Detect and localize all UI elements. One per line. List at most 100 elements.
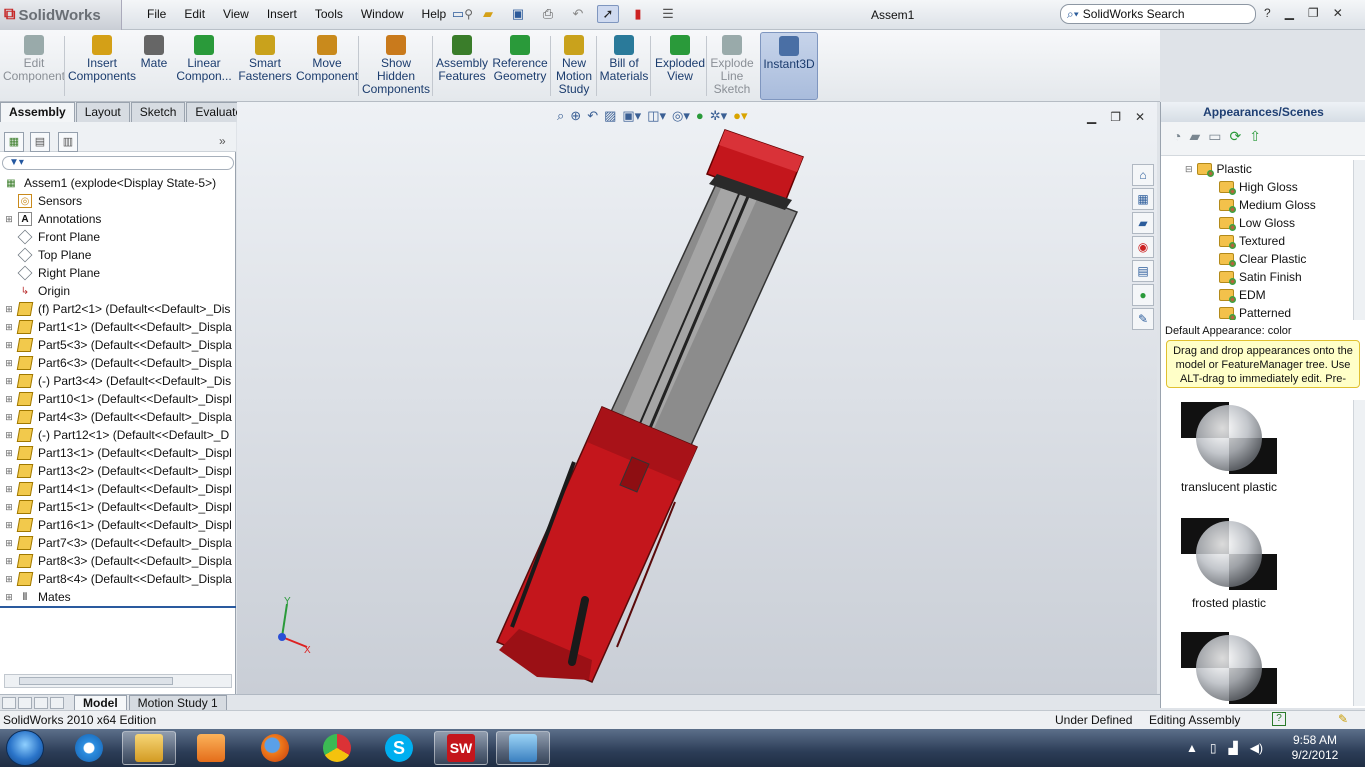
flashlight-model[interactable] xyxy=(496,129,804,683)
tree-item[interactable]: ⊞ (-) Part3<4> (Default<<Default>_Dis xyxy=(0,372,236,390)
cmd-show-hidden-components-button[interactable]: Show Hidden Components xyxy=(360,32,432,100)
menu-tools[interactable]: Tools xyxy=(306,7,352,21)
custom-properties-icon[interactable]: ✎ xyxy=(1132,308,1154,330)
graphics-viewport[interactable]: ⌕ ⊕ ↶ ▨ ▣▾ ◫▾ ◎▾ ● ✲▾ ●▾ ▁ ❐ ✕ Y X ⌂ ▦ ▰… xyxy=(237,102,1157,694)
cmd-exploded-view-button[interactable]: Exploded View xyxy=(652,32,708,100)
open-folder-icon[interactable]: ▰ xyxy=(477,5,499,23)
expand-toggle-icon[interactable]: ⊞ xyxy=(4,394,14,405)
cmd-instant3d-button[interactable]: Instant3D xyxy=(760,32,818,100)
appearance-edm[interactable]: EDM xyxy=(1219,286,1351,304)
tree-item[interactable]: ↳ Origin xyxy=(0,282,236,300)
tree-item[interactable]: ⊞ ⫴ Mates xyxy=(0,588,236,606)
tree-item[interactable]: ⊞ Part13<2> (Default<<Default>_Displ xyxy=(0,462,236,480)
save-icon[interactable]: ▣ xyxy=(507,5,529,23)
select-pointer-icon[interactable]: ➚ xyxy=(597,5,619,23)
restore-icon[interactable]: ❐ xyxy=(1308,6,1319,20)
tree-item[interactable]: ⊞ Part1<1> (Default<<Default>_Displa xyxy=(0,318,236,336)
next-tab-nav-icon[interactable] xyxy=(34,696,48,709)
appearance-swatch[interactable] xyxy=(1181,632,1277,704)
appearance-tree-scrollbar[interactable] xyxy=(1353,160,1365,320)
menu-edit[interactable]: Edit xyxy=(175,7,214,21)
appearance-low-gloss[interactable]: Low Gloss xyxy=(1219,214,1351,232)
cmd-move-component-button[interactable]: Move Component xyxy=(296,32,358,100)
first-tab-nav-icon[interactable] xyxy=(2,696,16,709)
tree-item[interactable]: ▦ Assem1 (explode<Display State-5>) xyxy=(0,174,236,192)
tree-item[interactable]: ⊞ Part7<3> (Default<<Default>_Displa xyxy=(0,534,236,552)
tree-item[interactable]: Front Plane xyxy=(0,228,236,246)
show-hidden-icons-icon[interactable]: ▲ xyxy=(1186,741,1198,755)
close-icon[interactable]: ✕ xyxy=(1333,6,1343,20)
expand-toggle-icon[interactable]: ⊞ xyxy=(4,214,14,225)
tree-item[interactable]: ⊞ (-) Part12<1> (Default<<Default>_D xyxy=(0,426,236,444)
tree-item[interactable]: ⊞ Part15<1> (Default<<Default>_Displ xyxy=(0,498,236,516)
minimize-icon[interactable]: ▁ xyxy=(1285,6,1294,20)
print-icon[interactable]: ⎙ xyxy=(537,5,559,23)
media-player-icon[interactable] xyxy=(184,731,238,765)
cmd-mate-button[interactable]: Mate xyxy=(134,32,174,100)
menu-file[interactable]: File xyxy=(138,7,175,21)
tab-assembly[interactable]: Assembly xyxy=(0,102,75,122)
tree-item[interactable]: Top Plane xyxy=(0,246,236,264)
appearance-satin-finish[interactable]: Satin Finish xyxy=(1219,268,1351,286)
expand-toggle-icon[interactable]: ⊞ xyxy=(4,520,14,531)
design-library-icon[interactable]: ▦ xyxy=(1132,188,1154,210)
folder-icon[interactable]: ▭ xyxy=(1208,128,1221,155)
menu-window[interactable]: Window xyxy=(352,7,413,21)
help-button[interactable]: ? xyxy=(1264,6,1271,20)
tree-item[interactable]: ⊞ Part10<1> (Default<<Default>_Displ xyxy=(0,390,236,408)
tree-item[interactable]: ◎ Sensors xyxy=(0,192,236,210)
expand-toggle-icon[interactable]: ⊞ xyxy=(4,448,14,459)
tree-item[interactable]: Right Plane xyxy=(0,264,236,282)
tree-horizontal-scrollbar[interactable] xyxy=(4,674,232,688)
cmd-linear-compon-button[interactable]: Linear Compon... xyxy=(174,32,234,100)
tab-motion-study[interactable]: Motion Study 1 xyxy=(128,694,227,711)
solidworks-resources-icon[interactable]: ⌂ xyxy=(1132,164,1154,186)
expand-toggle-icon[interactable]: ⊞ xyxy=(4,340,14,351)
appearance-high-gloss[interactable]: High Gloss xyxy=(1219,178,1351,196)
tree-item[interactable]: ⊞ Part5<3> (Default<<Default>_Displa xyxy=(0,336,236,354)
file-explorer-icon[interactable]: ▰ xyxy=(1132,212,1154,234)
cmd-new-motion-study-button[interactable]: New Motion Study xyxy=(552,32,596,100)
appearance-patterned[interactable]: Patterned xyxy=(1219,304,1351,320)
appearances-scenes-icon[interactable]: ● xyxy=(1132,284,1154,306)
expand-toggle-icon[interactable]: ⊞ xyxy=(4,556,14,567)
menu-view[interactable]: View xyxy=(214,7,258,21)
swatch-scrollbar[interactable] xyxy=(1353,400,1365,706)
tree-filter-icon[interactable]: ▼▾ xyxy=(2,156,234,170)
configuration-manager-tab-icon[interactable]: ▥ xyxy=(58,132,78,152)
photo-viewer-icon[interactable] xyxy=(496,731,550,765)
tab-model[interactable]: Model xyxy=(74,694,127,711)
appearance-swatch[interactable] xyxy=(1181,402,1277,474)
tree-item[interactable]: ⊞ Part14<1> (Default<<Default>_Displ xyxy=(0,480,236,498)
prev-tab-nav-icon[interactable] xyxy=(18,696,32,709)
last-tab-nav-icon[interactable] xyxy=(50,696,64,709)
expand-toggle-icon[interactable]: ⊞ xyxy=(4,574,14,585)
expand-toggle-icon[interactable]: ⊞ xyxy=(4,358,14,369)
expand-toggle-icon[interactable]: ⊞ xyxy=(4,538,14,549)
cmd-edit-component-button[interactable]: Edit Component xyxy=(0,32,68,100)
appearance-medium-gloss[interactable]: Medium Gloss xyxy=(1219,196,1351,214)
system-clock[interactable]: 9:58 AM 9/2/2012 xyxy=(1280,733,1350,763)
tree-item[interactable]: ⊞ Part8<4> (Default<<Default>_Displa xyxy=(0,570,236,588)
menu-insert[interactable]: Insert xyxy=(258,7,306,21)
appearance-textured[interactable]: Textured xyxy=(1219,232,1351,250)
expand-toggle-icon[interactable]: ⊞ xyxy=(4,322,14,333)
tab-sketch[interactable]: Sketch xyxy=(130,102,186,122)
cmd-insert-components-button[interactable]: Insert Components xyxy=(66,32,138,100)
expand-toggle-icon[interactable]: ⊞ xyxy=(4,412,14,423)
explorer-icon[interactable] xyxy=(122,731,176,765)
folder-plastic[interactable]: ⊟ Plastic xyxy=(1185,160,1351,178)
scrollbar-thumb[interactable] xyxy=(19,677,173,685)
expand-toggle-icon[interactable]: ⊞ xyxy=(4,466,14,477)
search-box[interactable]: ⌕▾ SolidWorks Search xyxy=(1060,4,1256,24)
collapse-toggle-icon[interactable]: ⊟ xyxy=(1185,164,1193,175)
cmd-smart-fasteners-button[interactable]: Smart Fasteners xyxy=(236,32,294,100)
start-button-icon[interactable] xyxy=(6,730,44,766)
tree-item[interactable]: ⊞ Part8<3> (Default<<Default>_Displa xyxy=(0,552,236,570)
battery-icon[interactable]: ▯ xyxy=(1210,741,1217,755)
internet-explorer-icon[interactable] xyxy=(62,731,116,765)
skype-icon[interactable]: S xyxy=(372,731,426,765)
feature-tree-tab-icon[interactable]: ▦ xyxy=(4,132,24,152)
add-folder-icon[interactable]: ▰ xyxy=(1189,128,1200,155)
tree-item[interactable]: ⊞ A Annotations xyxy=(0,210,236,228)
